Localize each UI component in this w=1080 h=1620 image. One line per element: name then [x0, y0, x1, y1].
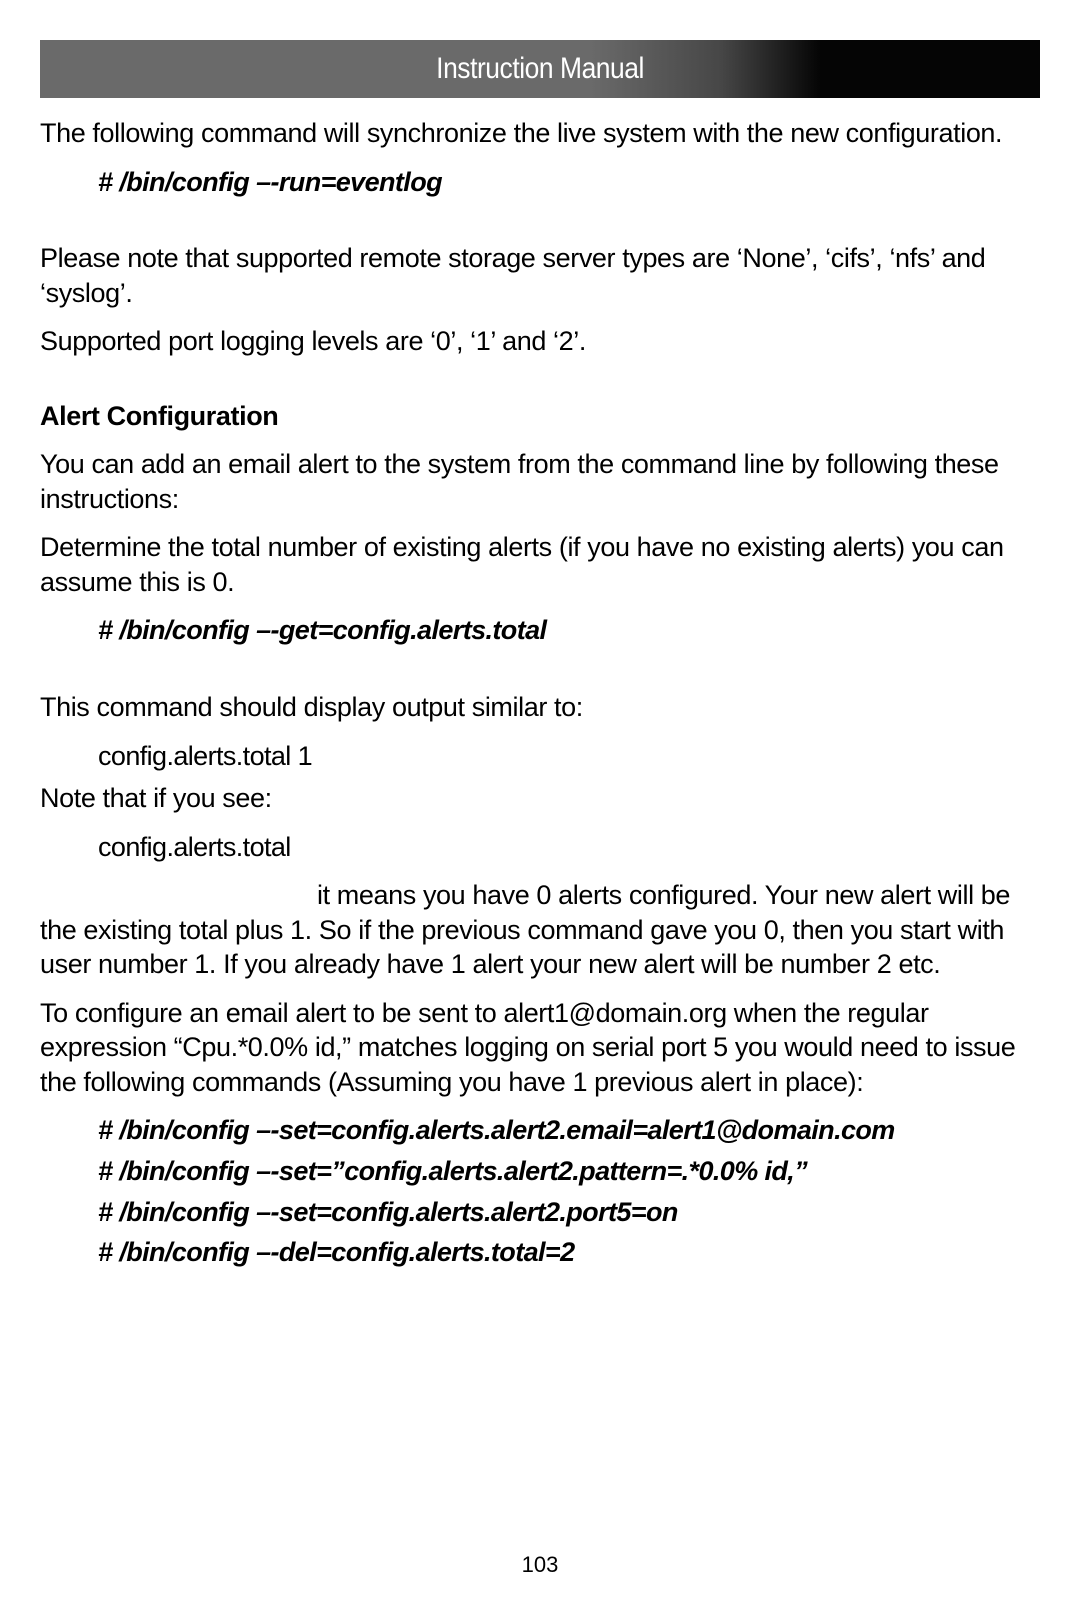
- paragraph: The following command will synchronize t…: [40, 116, 1040, 151]
- paragraph: Determine the total number of existing a…: [40, 530, 1040, 599]
- header-title: Instruction Manual: [436, 52, 644, 86]
- paragraph: This command should display output simil…: [40, 690, 1040, 725]
- body-content: The following command will synchronize t…: [40, 116, 1040, 1270]
- command-line: # /bin/config –-set=config.alerts.alert2…: [98, 1195, 1040, 1230]
- output-line: config.alerts.total: [98, 830, 1040, 865]
- paragraph: To configure an email alert to be sent t…: [40, 996, 1040, 1100]
- command-line: # /bin/config –-get=config.alerts.total: [98, 613, 1040, 648]
- paragraph: it means you have 0 alerts configured. Y…: [40, 878, 1040, 982]
- page-number: 103: [0, 1552, 1080, 1578]
- command-line: # /bin/config –-del=config.alerts.total=…: [98, 1235, 1040, 1270]
- command-line: # /bin/config –-run=eventlog: [98, 165, 1040, 200]
- page-root: Instruction Manual The following command…: [0, 0, 1080, 1620]
- paragraph: Supported port logging levels are ‘0’, ‘…: [40, 324, 1040, 359]
- header-bar: Instruction Manual: [40, 40, 1040, 98]
- paragraph: Please note that supported remote storag…: [40, 241, 1040, 310]
- paragraph: Note that if you see:: [40, 781, 1040, 816]
- command-line: # /bin/config –-set=config.alerts.alert2…: [98, 1113, 1040, 1148]
- section-heading: Alert Configuration: [40, 399, 1040, 434]
- command-line: # /bin/config –-set=”config.alerts.alert…: [98, 1154, 1040, 1189]
- paragraph: You can add an email alert to the system…: [40, 447, 1040, 516]
- output-line: config.alerts.total 1: [98, 739, 1040, 774]
